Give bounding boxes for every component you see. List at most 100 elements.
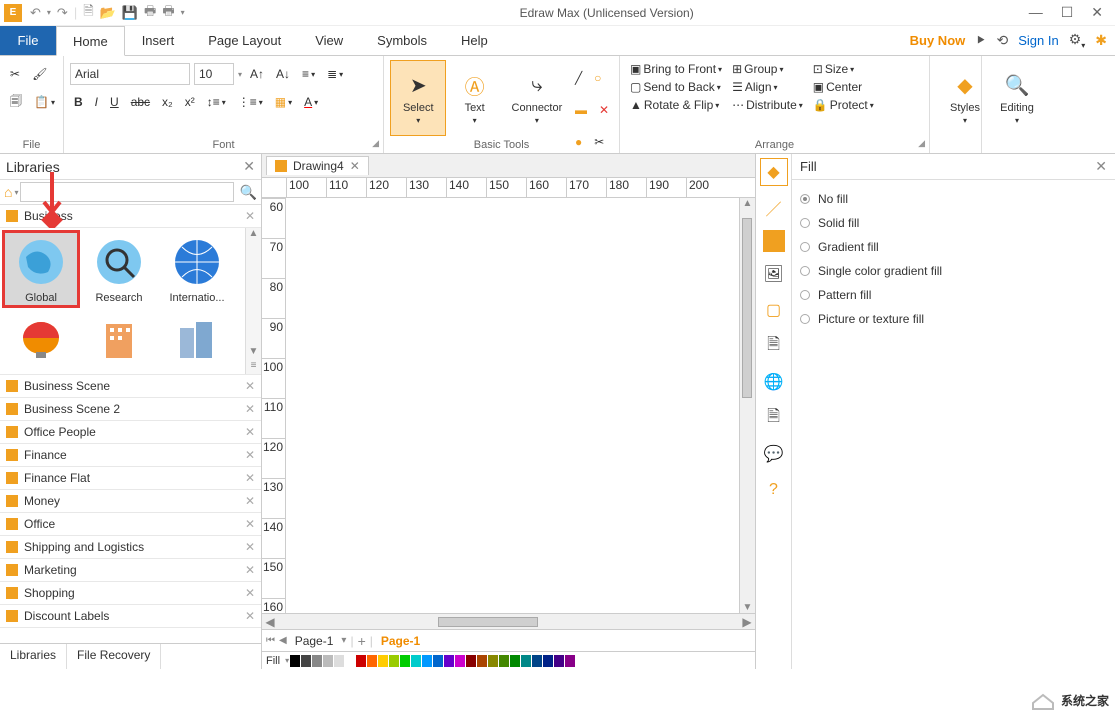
color-swatch[interactable] [367,655,377,667]
color-swatch[interactable] [455,655,465,667]
paste-icon[interactable]: 📋▾ [30,93,59,111]
shape-international[interactable]: Internatio... [160,232,234,306]
comment-tab-icon[interactable]: 💬 [760,440,788,468]
color-swatch[interactable] [554,655,564,667]
select-drop-icon[interactable]: ▾ [416,116,420,125]
app-brand-icon[interactable]: ✱ [1095,32,1107,49]
category-item[interactable]: Finance Flat✕ [0,467,261,490]
increase-font-icon[interactable]: A↑ [246,65,268,83]
tab-view[interactable]: View [298,26,360,55]
align-text-icon[interactable]: ≡▾ [298,65,319,83]
shape-building1[interactable] [82,310,156,370]
color-swatch[interactable] [543,655,553,667]
subscript-icon[interactable]: x₂ [158,93,177,111]
scroll-expand-icon[interactable]: ≡ [246,360,261,374]
shadow-tab-icon[interactable] [763,230,785,252]
export-icon[interactable]: ⯈ [975,32,986,49]
cut-icon[interactable]: ✂ [6,65,24,83]
fill-option[interactable]: Pattern fill [800,288,1107,302]
fill-panel-close-icon[interactable]: ✕ [1095,158,1107,175]
decrease-font-icon[interactable]: A↓ [272,65,294,83]
italic-icon[interactable]: I [91,93,102,111]
font-color-icon[interactable]: A▾ [300,93,322,111]
close-window-icon[interactable]: ✕ [1091,4,1103,21]
circle-tool-icon[interactable]: ○ [590,69,605,87]
open-icon[interactable]: 📂 [100,5,116,21]
category-close-icon[interactable]: ✕ [245,425,255,439]
distribute-button[interactable]: ⋯ Distribute ▾ [728,96,807,114]
library-search-input[interactable] [20,182,233,202]
category-item[interactable]: Office✕ [0,513,261,536]
doc-close-icon[interactable]: ✕ [350,159,360,173]
scroll-right-icon[interactable]: ▶ [739,615,755,629]
category-item[interactable]: Finance✕ [0,444,261,467]
shape-global[interactable]: Global [4,232,78,306]
category-item[interactable]: Shipping and Logistics✕ [0,536,261,559]
category-item[interactable]: Shopping✕ [0,582,261,605]
protect-button[interactable]: 🔒 Protect ▾ [809,96,878,114]
fill-option[interactable]: Solid fill [800,216,1107,230]
shape-research[interactable]: Research [82,232,156,306]
page-prev-icon[interactable]: ◀ [279,635,287,646]
scroll-left-icon[interactable]: ◀ [262,615,278,629]
category-close-icon[interactable]: ✕ [245,540,255,554]
line-tab-icon[interactable]: ／ [760,194,788,222]
print-preview-icon[interactable]: 🖶 [162,2,174,24]
ruler-vertical[interactable]: 60708090100110120130140150160 [262,198,286,613]
shape-balloon[interactable] [4,310,78,370]
align-button[interactable]: ☰ Align ▾ [728,78,807,96]
category-item[interactable]: Discount Labels✕ [0,605,261,628]
fill-option[interactable]: No fill [800,192,1107,206]
fill-tab-icon[interactable]: ◆ [760,158,788,186]
fill-option[interactable]: Gradient fill [800,240,1107,254]
color-swatch[interactable] [466,655,476,667]
help-tab-icon[interactable]: ? [760,476,788,504]
drawing-canvas[interactable]: ▲ ▼ [286,198,755,613]
undo-icon[interactable]: ↶ [30,5,41,21]
page-tab-icon[interactable]: 🗎 [760,332,788,360]
category-close-icon[interactable]: ✕ [245,586,255,600]
color-swatch[interactable] [411,655,421,667]
layer-tab-icon[interactable]: ▢ [760,296,788,324]
color-swatch[interactable] [521,655,531,667]
page-drop-icon[interactable]: ▾ [341,635,346,646]
library-home-drop-icon[interactable]: ▾ [14,188,18,197]
fill-option[interactable]: Picture or texture fill [800,312,1107,326]
minimize-icon[interactable]: — [1029,4,1043,21]
tab-file-recovery[interactable]: File Recovery [67,644,161,669]
underline-icon[interactable]: U [106,93,123,111]
color-swatch[interactable] [389,655,399,667]
page-first-icon[interactable]: ⏮ [266,635,275,646]
bullets-icon[interactable]: ⋮≡▾ [234,93,267,111]
print-icon[interactable]: 🖶 [144,2,156,24]
color-swatch[interactable] [565,655,575,667]
size-button[interactable]: ⊡ Size ▾ [809,60,878,78]
category-item[interactable]: Office People✕ [0,421,261,444]
color-swatch[interactable] [301,655,311,667]
line-spacing-icon[interactable]: ↕≡▾ [203,93,230,111]
category-close-icon[interactable]: ✕ [245,563,255,577]
document-tab[interactable]: Drawing4 ✕ [266,156,369,175]
shapes-scrollbar[interactable]: ▲▼≡ [245,228,261,374]
group-button[interactable]: ⊞ Group ▾ [728,60,807,78]
text-align2-icon[interactable]: ≣▾ [323,65,347,83]
sign-in-link[interactable]: Sign In [1018,33,1058,48]
arrange-dialog-icon[interactable]: ◢ [918,138,925,149]
scroll-down-icon[interactable]: ▼ [246,346,261,360]
category-item[interactable]: Business Scene 2✕ [0,398,261,421]
fill-option[interactable]: Single color gradient fill [800,264,1107,278]
canvas-vscrollbar[interactable]: ▲ ▼ [739,198,755,613]
tab-libraries[interactable]: Libraries [0,644,67,669]
select-tool-button[interactable]: ➤ Select ▾ [390,60,446,136]
font-size-input[interactable] [194,63,234,85]
line-tool-icon[interactable]: ╱ [571,69,586,87]
color-swatch[interactable] [356,655,366,667]
color-swatch[interactable] [499,655,509,667]
category-item[interactable]: Money✕ [0,490,261,513]
category-close-icon[interactable]: ✕ [245,209,255,223]
tab-page-layout[interactable]: Page Layout [191,26,298,55]
color-swatch[interactable] [477,655,487,667]
canvas-hscrollbar[interactable]: ◀ ▶ [262,613,755,629]
connector-drop-icon[interactable]: ▾ [535,116,539,125]
category-close-icon[interactable]: ✕ [245,609,255,623]
